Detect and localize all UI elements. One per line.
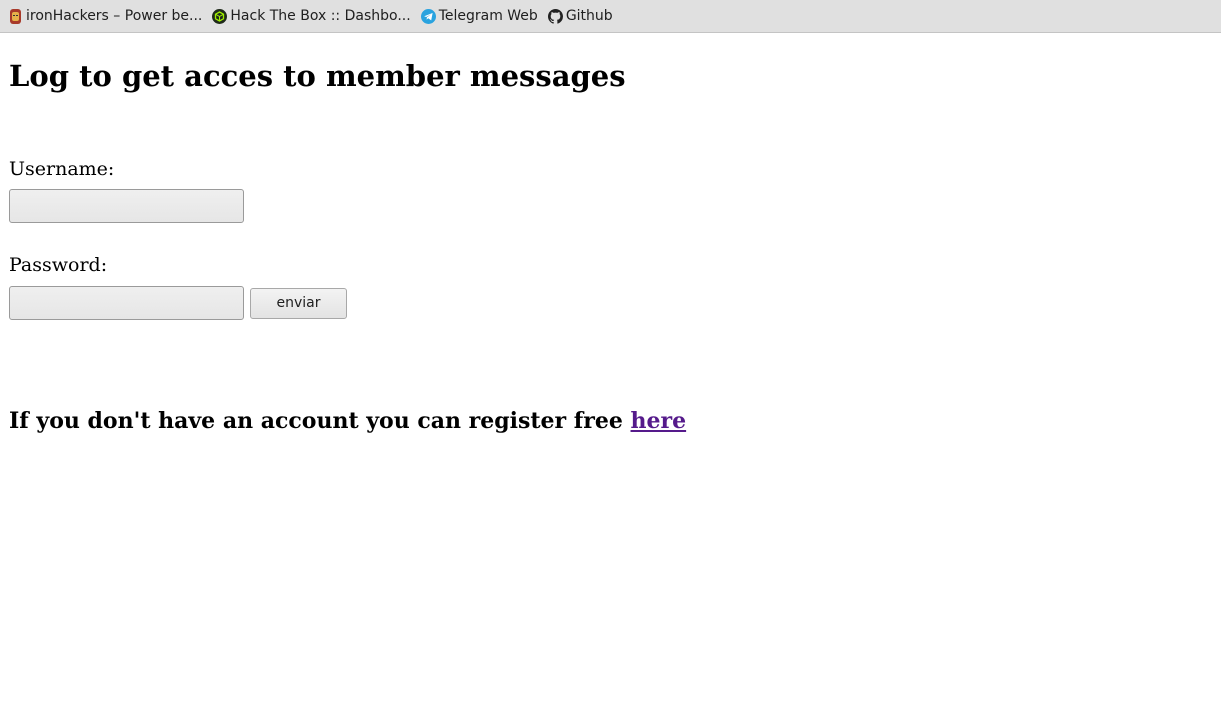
bookmark-telegram[interactable]: Telegram Web [420, 8, 538, 24]
username-label: Username: [9, 158, 115, 180]
register-prompt: If you don't have an account you can reg… [9, 406, 1212, 436]
bookmark-ironhackers[interactable]: ironHackers – Power be... [8, 8, 202, 24]
bookmark-github[interactable]: Github [547, 8, 613, 24]
ironhackers-icon [8, 8, 23, 24]
register-link[interactable]: here [631, 408, 687, 434]
username-input[interactable] [9, 189, 244, 223]
github-icon [547, 8, 563, 24]
bookmark-hackthebox[interactable]: Hack The Box :: Dashbo... [212, 8, 411, 24]
submit-button[interactable]: enviar [250, 287, 347, 319]
register-text: If you don't have an account you can reg… [9, 408, 631, 434]
bookmark-label: ironHackers – Power be... [26, 8, 203, 24]
telegram-icon [420, 8, 436, 24]
login-page: Log to get acces to member messages User… [0, 33, 1221, 436]
password-label: Password: [9, 254, 108, 276]
login-form: Username: Password: enviar [9, 158, 1212, 320]
password-row: enviar [9, 286, 1212, 320]
bookmark-label: Telegram Web [438, 8, 538, 24]
page-title: Log to get acces to member messages [9, 59, 626, 93]
bookmark-label: Github [565, 8, 613, 24]
password-input[interactable] [9, 286, 244, 320]
bookmark-label: Hack The Box :: Dashbo... [230, 8, 411, 24]
hackthebox-icon [212, 8, 228, 24]
bookmarks-bar: ironHackers – Power be... Hack The Box :… [0, 0, 1221, 33]
